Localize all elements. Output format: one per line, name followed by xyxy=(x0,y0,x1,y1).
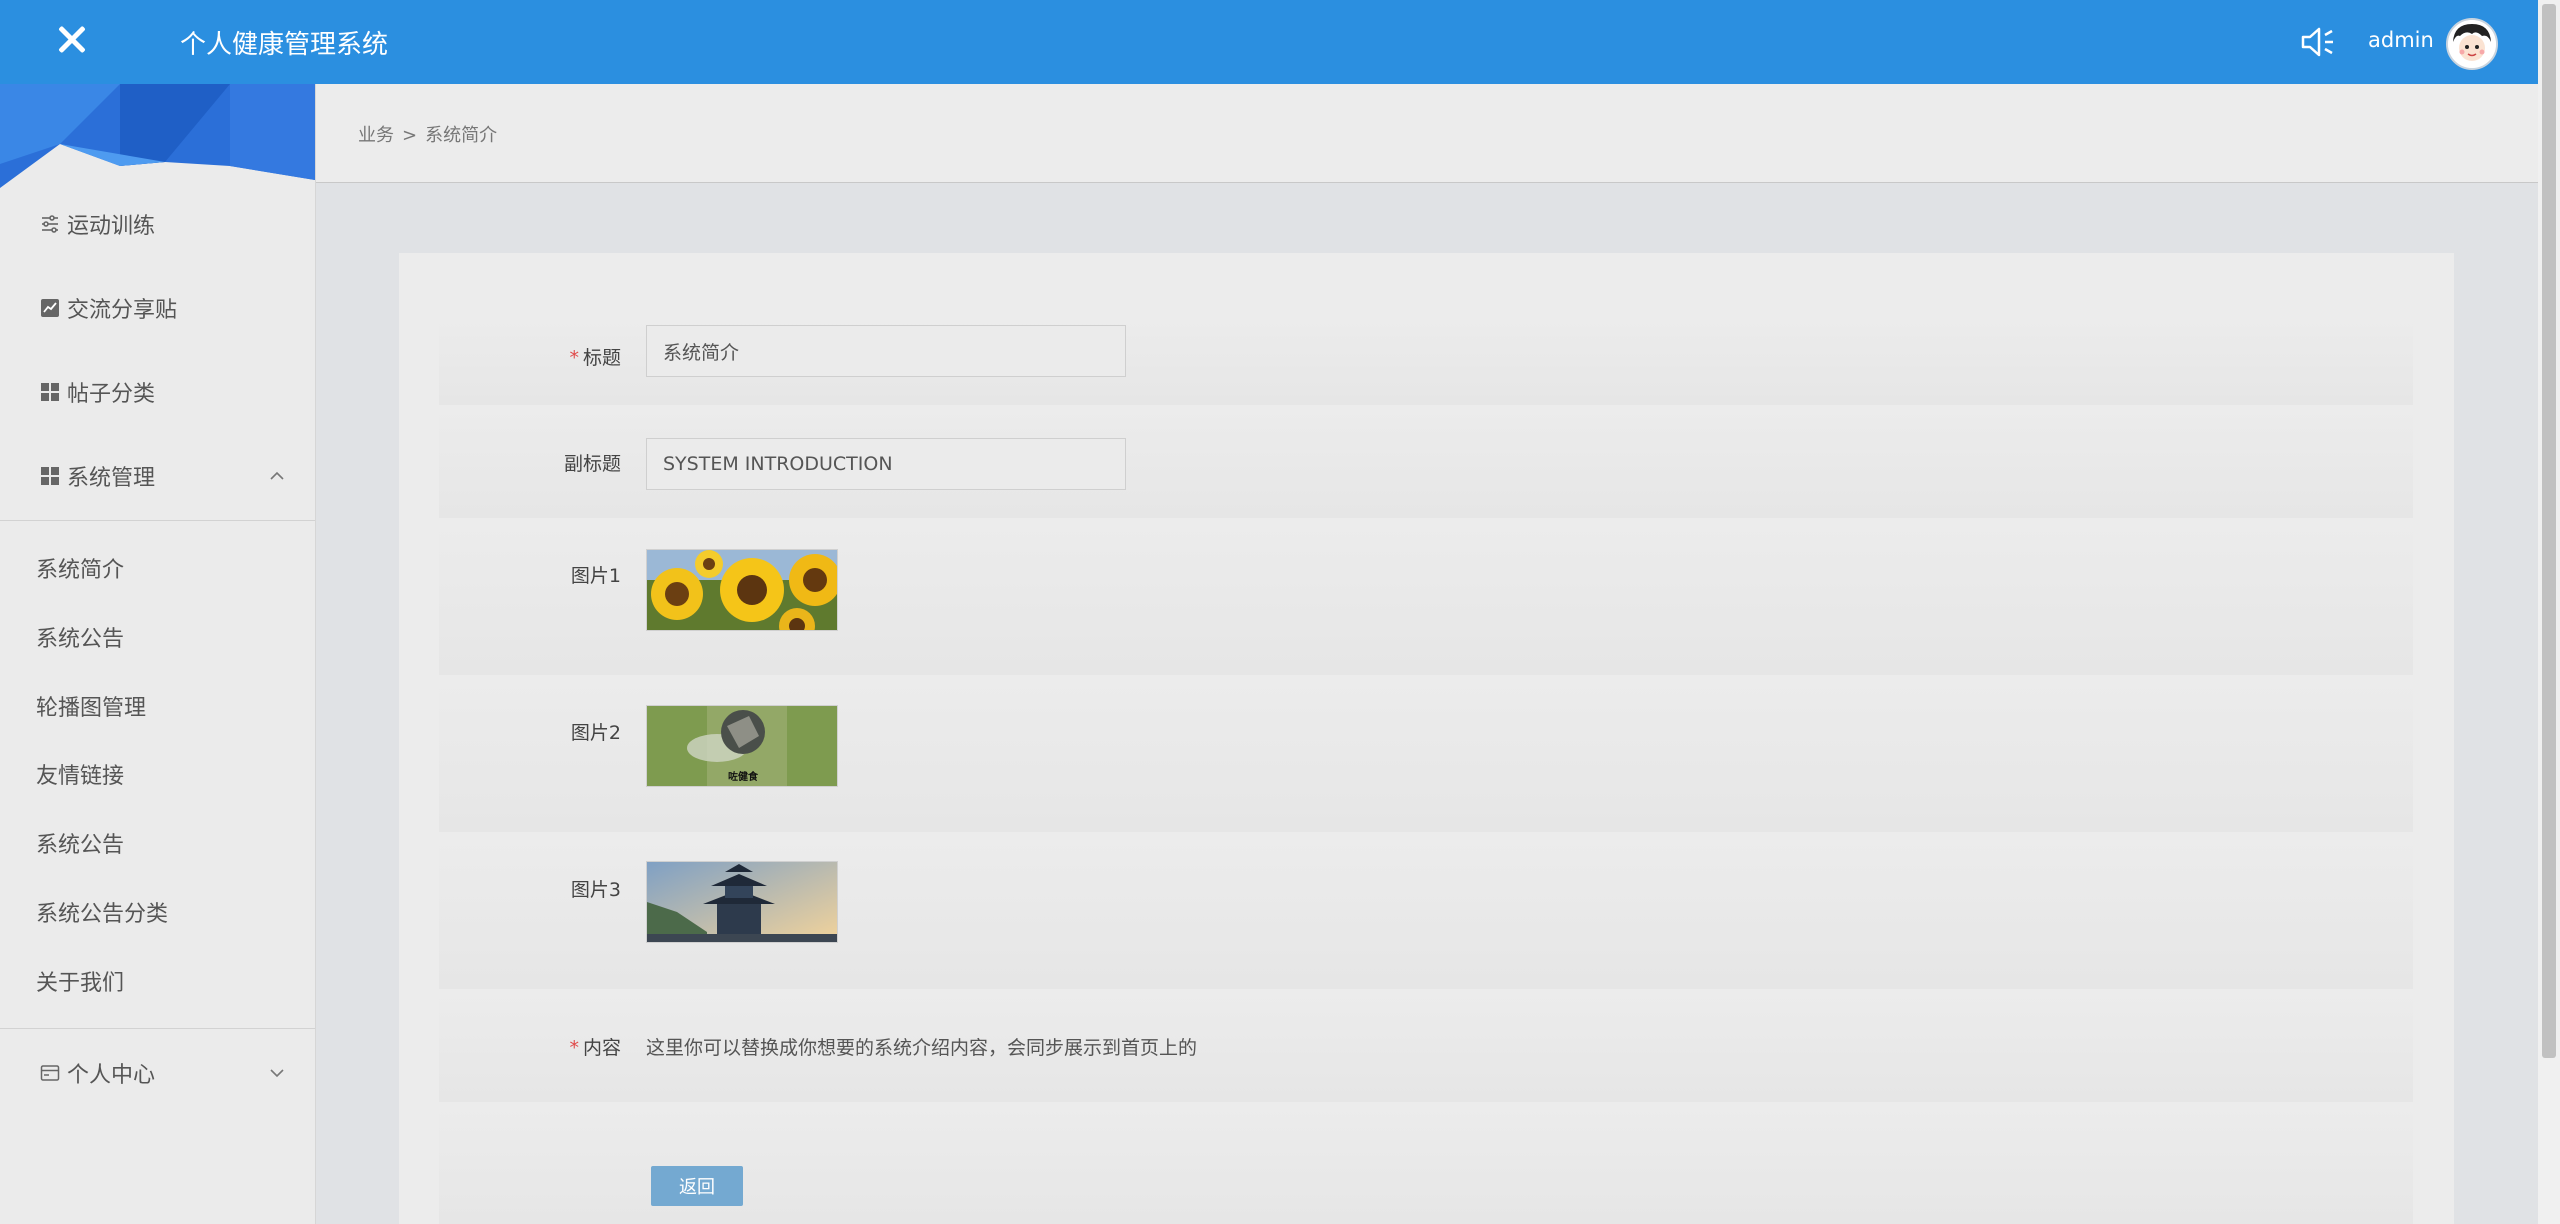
image1-label: 图片1 xyxy=(570,565,621,587)
close-icon[interactable] xyxy=(18,0,126,78)
required-mark: * xyxy=(569,1037,579,1059)
breadcrumb-parent[interactable]: 业务 xyxy=(358,125,394,146)
sidebar-item-label: 系统管理 xyxy=(67,466,156,491)
form-row-image2: 图片2 咗健食 xyxy=(439,675,2413,833)
back-button[interactable]: 返回 xyxy=(651,1166,743,1206)
sidebar-subitem-friend-links[interactable]: 友情链接 xyxy=(0,746,315,802)
sidebar-item-share[interactable]: 交流分享贴 xyxy=(0,278,315,338)
title-label: * 标题 xyxy=(569,343,621,370)
sidebar: 运动训练 交流分享贴 帖子分类 系统管理 系统简介 系统公告 轮播图管理 友情链… xyxy=(0,84,316,1224)
sidebar-subitem-label: 系统公告 xyxy=(36,833,125,858)
sidebar-subitem-label: 系统简介 xyxy=(36,558,125,583)
detail-form: * 标题 系统简介 副标题 SYSTEM INTRODUCTION 图片1 图片… xyxy=(399,253,2454,1224)
image3-thumbnail[interactable] xyxy=(646,861,838,943)
content-label: * 内容 xyxy=(569,1033,621,1060)
grid-icon xyxy=(41,383,59,401)
card-icon xyxy=(40,1065,60,1081)
sidebar-subitem-system-intro[interactable]: 系统简介 xyxy=(0,540,315,596)
sidebar-banner xyxy=(0,84,315,188)
avatar-image xyxy=(2448,20,2496,68)
speaker-icon[interactable] xyxy=(2300,26,2336,58)
chevron-up-icon xyxy=(270,471,284,480)
sidebar-subitem-carousel[interactable]: 轮播图管理 xyxy=(0,678,315,734)
sidebar-item-personal-center[interactable]: 个人中心 xyxy=(0,1043,315,1103)
sidebar-subitem-label: 关于我们 xyxy=(36,971,125,996)
top-bar: 个人健康管理系统 admin xyxy=(0,0,2538,84)
sidebar-subitem-system-notice-2[interactable]: 系统公告 xyxy=(0,815,315,871)
title-input[interactable]: 系统简介 xyxy=(646,325,1126,377)
content-label-text: 内容 xyxy=(582,1037,621,1059)
chart-icon xyxy=(41,299,59,317)
sidebar-item-system-management[interactable]: 系统管理 xyxy=(0,446,315,506)
required-mark: * xyxy=(569,347,579,369)
form-row-image3: 图片3 xyxy=(439,832,2413,990)
sidebar-subitem-label: 友情链接 xyxy=(36,764,125,789)
sidebar-item-exercise[interactable]: 运动训练 xyxy=(0,194,315,254)
image1-thumbnail[interactable] xyxy=(646,549,838,631)
grid-icon xyxy=(41,467,59,485)
sidebar-subitem-about-us[interactable]: 关于我们 xyxy=(0,953,315,1009)
fitness-poster-image: 咗健食 xyxy=(647,706,837,786)
form-row-image1: 图片1 xyxy=(439,518,2413,676)
content-value: 这里你可以替换成你想要的系统介绍内容，会同步展示到首页上的 xyxy=(646,1037,1198,1059)
sidebar-item-post-category[interactable]: 帖子分类 xyxy=(0,362,315,422)
sidebar-item-label: 个人中心 xyxy=(67,1063,156,1088)
sidebar-subitem-system-notice[interactable]: 系统公告 xyxy=(0,609,315,665)
breadcrumb-separator: > xyxy=(402,125,418,146)
form-row-subtitle: 副标题 SYSTEM INTRODUCTION xyxy=(439,405,2413,519)
scrollbar[interactable] xyxy=(2538,0,2560,1224)
scrollbar-thumb[interactable] xyxy=(2542,4,2556,1058)
sidebar-subitem-notice-category[interactable]: 系统公告分类 xyxy=(0,884,315,940)
sidebar-item-label: 帖子分类 xyxy=(67,382,156,407)
sidebar-subitem-label: 轮播图管理 xyxy=(36,696,147,721)
sliders-icon xyxy=(42,215,58,233)
image2-caption: 咗健食 xyxy=(728,770,759,783)
breadcrumb-bar: 业务 > 系统简介 xyxy=(316,84,2538,183)
breadcrumb-current: 系统简介 xyxy=(425,125,498,146)
form-row-title: * 标题 系统简介 xyxy=(439,317,2413,406)
form-row-content: * 内容 这里你可以替换成你想要的系统介绍内容，会同步展示到首页上的 xyxy=(439,989,2413,1103)
divider xyxy=(0,520,315,521)
subtitle-input[interactable]: SYSTEM INTRODUCTION xyxy=(646,438,1126,490)
image2-thumbnail[interactable]: 咗健食 xyxy=(646,705,838,787)
username[interactable]: admin xyxy=(2368,28,2434,52)
app-title: 个人健康管理系统 xyxy=(180,30,389,60)
title-label-text: 标题 xyxy=(582,347,621,369)
subtitle-label: 副标题 xyxy=(563,453,621,475)
sidebar-item-label: 交流分享贴 xyxy=(67,298,178,323)
image3-label: 图片3 xyxy=(570,879,621,901)
sunflower-image xyxy=(647,550,837,630)
sidebar-subitem-label: 系统公告 xyxy=(36,627,125,652)
breadcrumb: 业务 > 系统简介 xyxy=(358,121,497,147)
avatar[interactable] xyxy=(2446,18,2498,70)
pavilion-image xyxy=(647,862,837,942)
image2-label: 图片2 xyxy=(570,722,621,744)
sidebar-item-label: 运动训练 xyxy=(67,214,156,239)
chevron-down-icon xyxy=(270,1069,284,1078)
sidebar-subitem-label: 系统公告分类 xyxy=(36,902,169,927)
divider xyxy=(0,1028,315,1029)
